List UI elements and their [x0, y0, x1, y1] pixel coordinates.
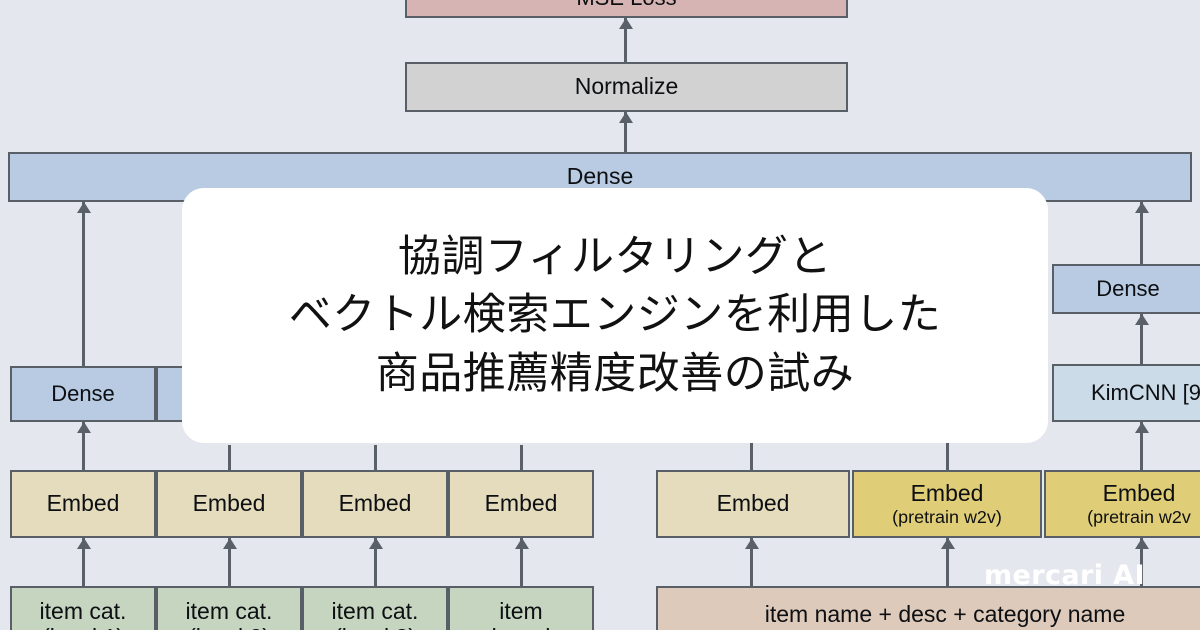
arrowhead-kimcnn-to-dense-right — [1135, 314, 1149, 325]
embed-box-right-3-sub: (pretrain w2v — [1087, 506, 1191, 527]
arrowhead-input1-to-embed1 — [77, 538, 91, 549]
connector-embed3-riser — [374, 445, 377, 470]
arrowhead-embedright-to-kimcnn — [1135, 422, 1149, 433]
embed-box-left-2-label: Embed — [192, 490, 266, 517]
arrowhead-normalize-to-loss — [619, 18, 633, 29]
node-mse-loss: MSE Loss — [405, 0, 848, 18]
embed-box-left-1: Embed — [10, 470, 156, 538]
arrowhead-embed1-to-dense-left — [77, 422, 91, 433]
arrowhead-left-dense-to-top — [77, 202, 91, 213]
node-normalize-label: Normalize — [574, 73, 679, 100]
embed-box-left-3: Embed — [302, 470, 448, 538]
node-kimcnn: KimCNN [9 — [1052, 364, 1200, 422]
input-box-item-text: item name + desc + category name — [656, 586, 1200, 630]
input-box-item-cat-1: item cat. (level 1) — [10, 586, 156, 630]
embed-box-left-4-label: Embed — [484, 490, 558, 517]
input-box-item-cat-1-label: item cat. — [39, 598, 127, 625]
title-line-2: ベクトル検索エンジンを利用した — [288, 290, 942, 341]
arrowhead-right-dense-to-top — [1135, 202, 1149, 213]
node-dense-top-label: Dense — [566, 163, 634, 190]
connector-embed-right-left-riser — [750, 443, 753, 470]
embed-box-right-2-sub: (pretrain w2v) — [892, 506, 1002, 527]
title-card: 協調フィルタリングと ベクトル検索エンジンを利用した 商品推薦精度改善の試み — [182, 188, 1048, 443]
embed-box-right-3-label: Embed — [1102, 480, 1176, 507]
node-normalize: Normalize — [405, 62, 848, 112]
input-box-item-cat-1-sub: (level 1) — [42, 624, 124, 630]
node-kimcnn-label: KimCNN [9 — [1090, 379, 1200, 405]
input-box-item-brand-label: item — [499, 598, 543, 625]
input-box-item-cat-2-sub: (level 2) — [188, 624, 270, 630]
arrowhead-inputtext-to-embedright-1 — [745, 538, 759, 549]
node-dense-right-label: Dense — [1096, 275, 1160, 301]
embed-box-left-3-label: Embed — [338, 490, 412, 517]
connector-embed-right-mid-riser — [946, 443, 949, 470]
node-dense-left: Dense — [10, 366, 156, 422]
input-box-item-cat-2: item cat. (level 2) — [156, 586, 302, 630]
arrowhead-input4-to-embed4 — [515, 538, 529, 549]
connector-embed4-riser — [520, 445, 523, 470]
input-box-item-cat-3-sub: (level 3) — [334, 624, 416, 630]
embed-box-right-2-label: Embed — [910, 480, 984, 507]
embed-box-right-3: Embed (pretrain w2v — [1044, 470, 1200, 538]
arrowhead-dense-to-normalize — [619, 112, 633, 123]
title-line-3: 商品推薦精度改善の試み — [375, 348, 855, 399]
node-dense-left-label: Dense — [51, 380, 115, 406]
node-mse-loss-label: MSE Loss — [576, 0, 676, 10]
arrowhead-inputtext-to-embedright-3 — [1135, 538, 1149, 549]
embed-box-right-2: Embed (pretrain w2v) — [852, 470, 1042, 538]
input-box-item-cat-2-label: item cat. — [185, 598, 273, 625]
input-box-item-cat-3-label: item cat. — [331, 598, 419, 625]
arrowhead-input2-to-embed2 — [223, 538, 237, 549]
title-line-1: 協調フィルタリングと — [397, 231, 833, 282]
input-box-item-brand-sub: brand — [492, 624, 551, 630]
input-box-item-brand: item brand — [448, 586, 594, 630]
arrowhead-input3-to-embed3 — [369, 538, 383, 549]
embed-box-right-1: Embed — [656, 470, 850, 538]
diagram-canvas: MSE Loss Normalize Dense Dense Dense Kim… — [0, 0, 1200, 630]
embed-box-left-4: Embed — [448, 470, 594, 538]
embed-box-left-1-label: Embed — [46, 490, 120, 517]
input-box-item-cat-3: item cat. (level 3) — [302, 586, 448, 630]
connector-embed2-riser — [228, 445, 231, 470]
embed-box-left-2: Embed — [156, 470, 302, 538]
embed-box-right-1-label: Embed — [716, 490, 790, 517]
input-box-item-text-label: item name + desc + category name — [764, 601, 1126, 627]
node-dense-right: Dense — [1052, 264, 1200, 314]
arrowhead-inputtext-to-embedright-2 — [941, 538, 955, 549]
connector-left-dense-to-top — [82, 202, 85, 370]
